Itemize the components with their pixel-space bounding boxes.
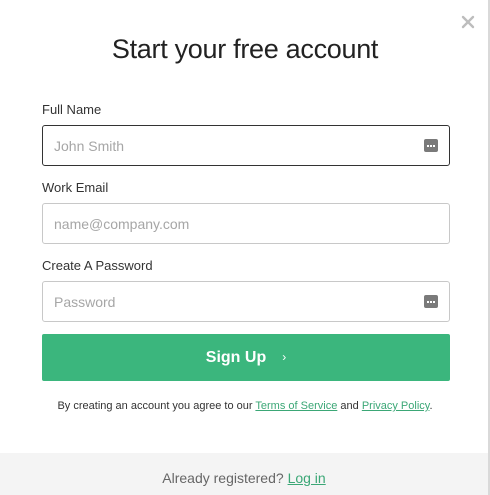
work-email-label: Work Email <box>42 180 109 195</box>
footer: Already registered? Log in <box>0 453 488 495</box>
terms-prefix: By creating an account you agree to our <box>57 400 253 412</box>
chevron-right-icon: › <box>282 350 287 364</box>
signup-modal: Start your free account Full Name Work E… <box>0 0 490 495</box>
password-label: Create A Password <box>42 258 153 273</box>
sign-up-label: Sign Up <box>205 349 267 366</box>
terms-and: and <box>340 400 359 412</box>
terms-suffix: . <box>429 400 433 412</box>
full-name-field[interactable] <box>42 125 450 166</box>
password-input[interactable] <box>43 282 414 321</box>
work-email-field[interactable] <box>42 203 450 244</box>
close-button[interactable] <box>460 14 476 30</box>
full-name-input[interactable] <box>43 126 414 165</box>
autofill-dots-icon[interactable] <box>424 295 438 308</box>
terms-of-service-link[interactable]: Terms of Service <box>255 400 337 412</box>
sign-up-button[interactable]: Sign Up › <box>42 334 450 381</box>
autofill-dots-icon[interactable] <box>424 139 438 152</box>
page-title: Start your free account <box>111 34 379 64</box>
password-field[interactable] <box>42 281 450 322</box>
log-in-link[interactable]: Log in <box>288 470 326 486</box>
privacy-policy-link[interactable]: Privacy Policy <box>362 400 430 412</box>
close-icon <box>461 15 475 29</box>
terms-text: By creating an account you agree to our … <box>0 400 490 412</box>
work-email-input[interactable] <box>43 204 414 243</box>
full-name-label: Full Name <box>42 102 102 117</box>
already-registered-text: Already registered? <box>162 470 284 486</box>
